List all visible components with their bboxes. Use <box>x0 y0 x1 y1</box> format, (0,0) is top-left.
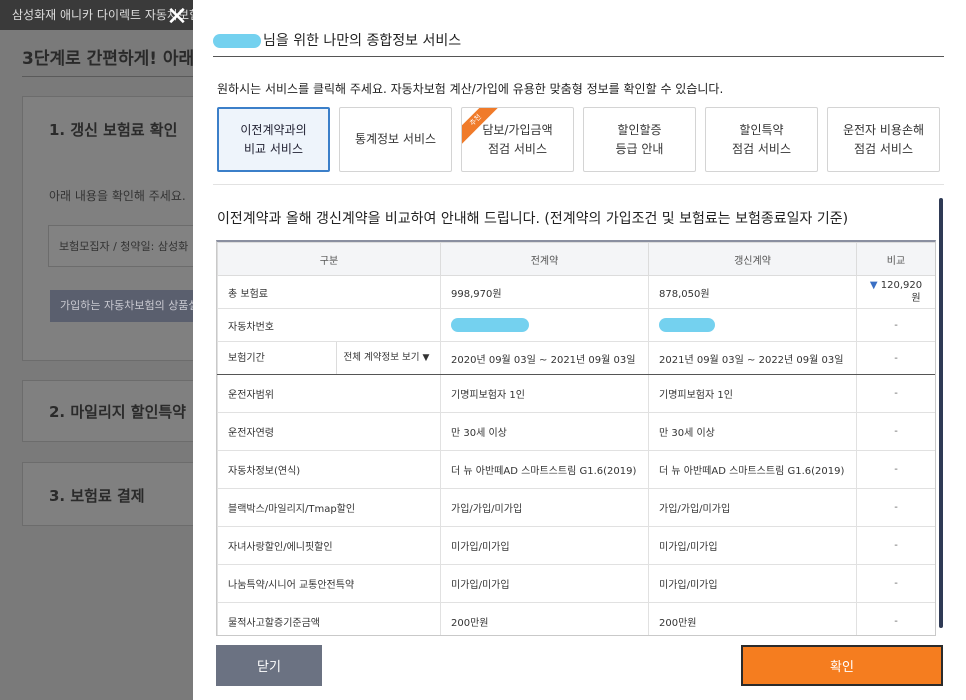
service-discount-grade[interactable]: 할인할증 등급 안내 <box>583 107 696 172</box>
header-category: 구분 <box>217 242 441 276</box>
caret-down-icon: ▼ <box>422 353 430 363</box>
background-heading-underline <box>22 76 200 77</box>
modal-title: 님을 위한 나만의 종합정보 서비스 <box>213 30 461 50</box>
row-label: 운전자범위 <box>217 374 441 413</box>
compare-value: - <box>856 450 935 489</box>
redacted-car-number <box>451 318 529 332</box>
row-label: 보험기간 <box>228 353 265 364</box>
renew-value: 가입/가입/미가입 <box>648 488 857 527</box>
service-coverage-check[interactable]: 추천 담보/가입금액 점검 서비스 <box>461 107 574 172</box>
compare-value: - <box>856 488 935 527</box>
prev-value: 미가입/미가입 <box>440 564 649 603</box>
table-row: 자동차번호 - <box>217 308 935 342</box>
step3-panel[interactable]: 3. 보험료 결제 <box>22 462 212 526</box>
row-label: 총 보험료 <box>217 275 441 309</box>
table-row: 물적사고할증기준금액 200만원 200만원 - <box>217 602 935 635</box>
step1-instruction: 아래 내용을 확인해 주세요. <box>49 189 186 203</box>
confirm-button[interactable]: 확인 <box>741 645 943 686</box>
header-renew-contract: 갱신계약 <box>648 242 857 276</box>
prev-value: 만 30세 이상 <box>440 412 649 451</box>
row-label: 블랙박스/마일리지/Tmap할인 <box>217 488 441 527</box>
redacted-car-number <box>659 318 715 332</box>
row-label-cell: 보험기간 전체 계약정보 보기 ▼ <box>217 341 441 375</box>
close-icon[interactable]: ✕ <box>164 4 190 30</box>
contract-info-select[interactable]: 전체 계약정보 보기 ▼ <box>336 342 436 374</box>
renew-value: 2021년 09월 03일 ~ 2022년 09월 03일 <box>648 341 857 375</box>
guide-text: 원하시는 서비스를 클릭해 주세요. 자동차보험 계산/가입에 유용한 맞춤형 … <box>217 82 724 96</box>
row-label: 물적사고할증기준금액 <box>217 602 441 635</box>
step3-title: 3. 보험료 결제 <box>49 487 145 505</box>
renew-value: 더 뉴 아반떼AD 스마트스트림 G1.6(2019) <box>648 450 857 489</box>
prev-value: 998,970원 <box>440 275 649 309</box>
comparison-table-container[interactable]: 구분 전계약 갱신계약 비교 총 보험료 998,970원 878,050원 ▼… <box>216 240 936 636</box>
compare-value: ▼ 120,920 원 <box>856 275 935 309</box>
decrease-arrow-icon: ▼ <box>869 280 878 291</box>
comparison-table: 구분 전계약 갱신계약 비교 총 보험료 998,970원 878,050원 ▼… <box>217 242 935 635</box>
prev-value: 2020년 09월 03일 ~ 2021년 09월 03일 <box>440 341 649 375</box>
table-row: 블랙박스/마일리지/Tmap할인 가입/가입/미가입 가입/가입/미가입 - <box>217 488 935 527</box>
service-statistics[interactable]: 통계정보 서비스 <box>339 107 452 172</box>
table-row: 운전자연령 만 30세 이상 만 30세 이상 - <box>217 412 935 451</box>
product-info-button[interactable]: 가입하는 자동차보험의 상품설 <box>50 290 210 322</box>
modal-title-text: 님을 위한 나만의 종합정보 서비스 <box>263 33 462 49</box>
prev-value: 더 뉴 아반떼AD 스마트스트림 G1.6(2019) <box>440 450 649 489</box>
service-driver-expense-check[interactable]: 운전자 비용손해 점검 서비스 <box>827 107 940 172</box>
header-compare: 비교 <box>856 242 935 276</box>
service-tabs: 이전계약과의 비교 서비스 통계정보 서비스 추천 담보/가입금액 점검 서비스… <box>217 107 941 173</box>
modal-title-divider <box>213 56 944 57</box>
redacted-name <box>213 34 261 48</box>
contract-info-select-label: 전체 계약정보 보기 <box>343 352 420 363</box>
renew-value <box>648 308 857 342</box>
compare-value: - <box>856 602 935 635</box>
compare-value: - <box>856 374 935 413</box>
compare-value: - <box>856 341 935 375</box>
header-prev-contract: 전계약 <box>440 242 649 276</box>
compare-value: - <box>856 412 935 451</box>
comparison-title: 이전계약과 올해 갱신계약을 비교하여 안내해 드립니다. (전계약의 가입조건… <box>217 211 849 227</box>
table-row: 자녀사랑할인/에니핏할인 미가입/미가입 미가입/미가입 - <box>217 526 935 565</box>
renew-value: 만 30세 이상 <box>648 412 857 451</box>
table-row: 운전자범위 기명피보험자 1인 기명피보험자 1인 - <box>217 374 935 413</box>
row-label: 운전자연령 <box>217 412 441 451</box>
prev-value: 기명피보험자 1인 <box>440 374 649 413</box>
service-discount-rider-check[interactable]: 할인특약 점검 서비스 <box>705 107 818 172</box>
info-service-modal: 님을 위한 나만의 종합정보 서비스 원하시는 서비스를 클릭해 주세요. 자동… <box>193 0 966 700</box>
close-button[interactable]: 닫기 <box>216 645 322 686</box>
row-label: 자동차번호 <box>217 308 441 342</box>
renew-value: 200만원 <box>648 602 857 635</box>
renew-value: 기명피보험자 1인 <box>648 374 857 413</box>
step2-title: 2. 마일리지 할인특약 <box>49 403 186 421</box>
compare-amount: 120,920 <box>880 280 923 291</box>
table-scrollbar[interactable] <box>939 198 943 628</box>
renew-value: 미가입/미가입 <box>648 526 857 565</box>
table-row: 보험기간 전체 계약정보 보기 ▼ 2020년 09월 03일 ~ 2021년 09… <box>217 341 935 375</box>
row-label: 나눔특약/시니어 교통안전특약 <box>217 564 441 603</box>
table-row: 총 보험료 998,970원 878,050원 ▼ 120,920 원 <box>217 275 935 309</box>
step2-panel[interactable]: 2. 마일리지 할인특약 <box>22 380 212 442</box>
service-compare-prev-contract[interactable]: 이전계약과의 비교 서비스 <box>217 107 330 172</box>
step1-info: 보험모집자 / 청약일: 삼성화 <box>59 240 189 253</box>
renew-value: 미가입/미가입 <box>648 564 857 603</box>
compare-value: - <box>856 308 935 342</box>
compare-value: - <box>856 564 935 603</box>
prev-value: 미가입/미가입 <box>440 526 649 565</box>
prev-value: 200만원 <box>440 602 649 635</box>
prev-value <box>440 308 649 342</box>
compare-unit: 원 <box>911 293 921 304</box>
row-label: 자녀사랑할인/에니핏할인 <box>217 526 441 565</box>
service-divider <box>213 184 944 185</box>
service-coverage-check-label: 담보/가입금액 점검 서비스 <box>482 122 553 156</box>
table-row: 나눔특약/시니어 교통안전특약 미가입/미가입 미가입/미가입 - <box>217 564 935 603</box>
renew-value: 878,050원 <box>648 275 857 309</box>
row-label: 자동차정보(연식) <box>217 450 441 489</box>
prev-value: 가입/가입/미가입 <box>440 488 649 527</box>
step1-title[interactable]: 1. 갱신 보험료 확인 <box>49 119 177 140</box>
compare-value: - <box>856 526 935 565</box>
table-row: 자동차정보(연식) 더 뉴 아반떼AD 스마트스트림 G1.6(2019) 더 … <box>217 450 935 489</box>
background-heading: 3단계로 간편하게! 아래 <box>22 49 195 69</box>
table-header-row: 구분 전계약 갱신계약 비교 <box>217 242 935 276</box>
